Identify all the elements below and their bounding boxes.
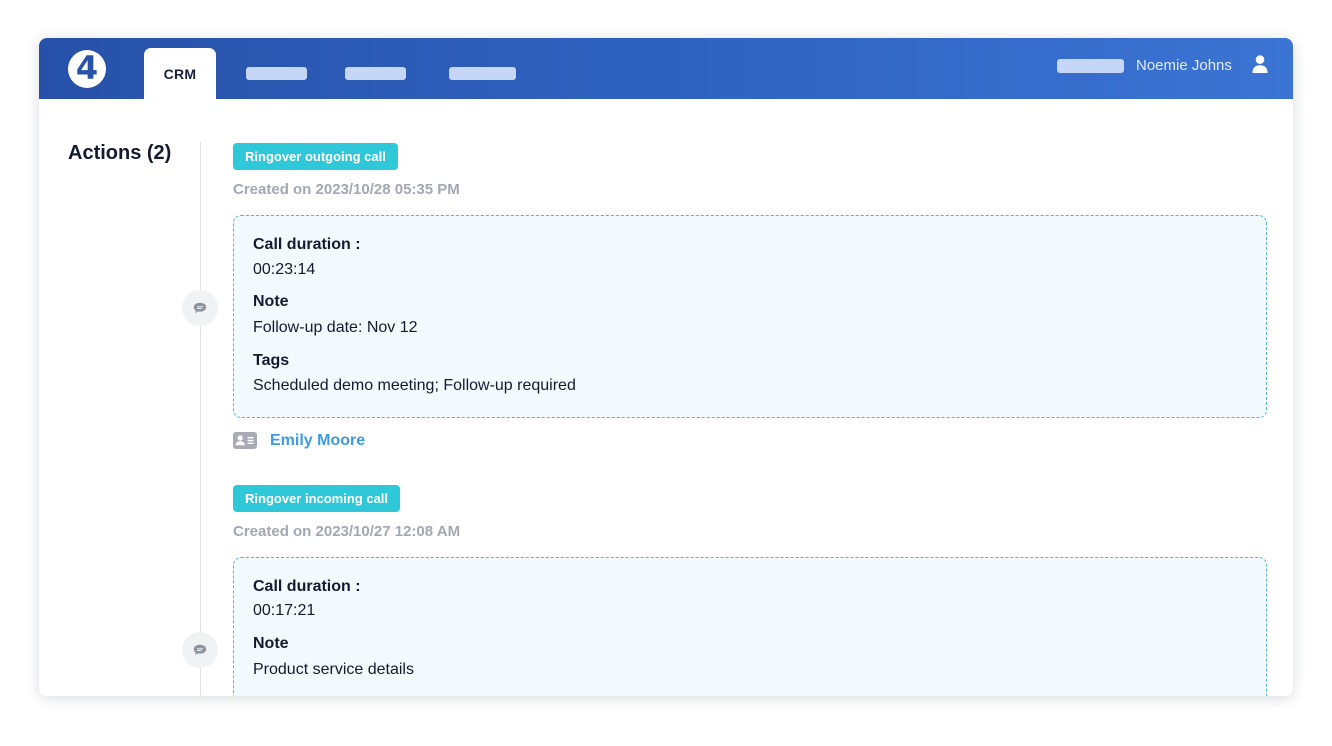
created-date: Created on 2023/10/27 12:08 AM <box>233 523 461 540</box>
chat-bubble-icon <box>193 644 207 656</box>
call-duration-value: 00:23:14 <box>253 261 316 278</box>
note-value: Follow-up date: Nov 12 <box>253 319 418 336</box>
note-value: Product service details <box>253 661 414 678</box>
tab-crm[interactable]: CRM <box>144 48 216 99</box>
contact-card-icon <box>233 432 257 449</box>
call-duration-label: Call duration : <box>253 578 361 595</box>
tab-placeholder-3[interactable] <box>449 67 516 80</box>
logo-text: 4 <box>75 49 99 87</box>
created-date: Created on 2023/10/28 05:35 PM <box>233 181 460 198</box>
app-window: 4 CRM Noemie Johns Actions (2) Ringover … <box>39 38 1293 696</box>
top-navigation-bar: 4 CRM Noemie Johns <box>39 38 1293 99</box>
contact-link[interactable]: Emily Moore <box>270 432 365 450</box>
action-details-card: Call duration : 00:17:21 Note Product se… <box>233 557 1267 696</box>
tags-label: Tags <box>253 352 290 369</box>
chat-bubble-icon <box>193 302 207 314</box>
tab-placeholder-1[interactable] <box>246 67 307 80</box>
app-logo[interactable]: 4 <box>68 50 106 88</box>
header-placeholder <box>1057 59 1124 73</box>
user-name[interactable]: Noemie Johns <box>1136 57 1232 74</box>
action-type-badge: Ringover incoming call <box>233 485 401 512</box>
tab-placeholder-2[interactable] <box>345 67 406 80</box>
actions-title: Actions (2) <box>68 142 172 164</box>
user-icon[interactable] <box>1252 55 1268 73</box>
timeline-node <box>182 290 218 326</box>
call-duration-label: Call duration : <box>253 236 361 253</box>
tags-value: Scheduled demo meeting; Follow-up requir… <box>253 377 576 394</box>
note-label: Note <box>253 635 289 652</box>
action-details-card: Call duration : 00:23:14 Note Follow-up … <box>233 215 1267 418</box>
action-type-badge: Ringover outgoing call <box>233 143 398 170</box>
note-label: Note <box>253 293 289 310</box>
call-duration-value: 00:17:21 <box>253 602 316 619</box>
timeline-line <box>200 142 201 696</box>
timeline-node <box>182 632 218 668</box>
